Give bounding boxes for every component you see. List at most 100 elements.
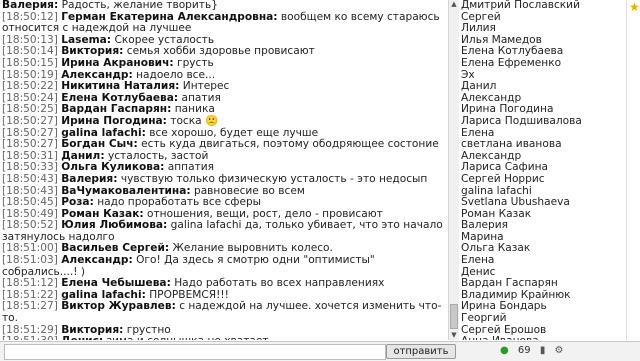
message-text: есть куда двигаться, поэтому ободряющее …	[141, 138, 439, 151]
message-author[interactable]: Валерия:	[61, 173, 117, 185]
message-time: [18:51:27]	[2, 300, 58, 313]
chat-message: [18:51:27] Виктор Журавлев: с надеждой н…	[0, 301, 447, 324]
message-time: [18:50:43]	[2, 172, 58, 185]
message-text: апатия	[181, 91, 221, 104]
user-list-item[interactable]: Сергей Норрис	[460, 173, 624, 186]
settings-icon[interactable]: ⚙	[555, 344, 564, 358]
bottom-bar: отправить ● 69 ▮ ⚙	[0, 341, 640, 361]
scroll-thumb[interactable]	[450, 304, 458, 329]
user-list-item[interactable]: Анна Иванова	[460, 336, 624, 340]
message-author[interactable]: Виктория:	[61, 324, 123, 336]
message-text: зима и солнышка не хватает	[107, 335, 269, 340]
message-author[interactable]: galina lafachi:	[61, 127, 146, 139]
message-author[interactable]: Ирина Погодина:	[61, 115, 167, 127]
user-list-item[interactable]: Лариса Подшивалова	[460, 115, 624, 128]
message-time: [18:50:52]	[2, 219, 58, 232]
message-author[interactable]: Богдан Сыч:	[61, 138, 137, 150]
scroll-down-icon[interactable]: ▼	[450, 331, 458, 340]
send-button[interactable]: отправить	[386, 344, 456, 359]
user-list-item[interactable]: Svetlana Ubushaeva	[460, 196, 624, 209]
message-author[interactable]: Васильев Сергей:	[61, 242, 169, 255]
message-text: надоело все...	[136, 68, 216, 81]
message-text: равновесие во всем	[193, 184, 305, 197]
user-list-item[interactable]: Елена	[460, 254, 624, 267]
message-author[interactable]: Lasema:	[61, 34, 111, 46]
chat-message: [18:50:52] Юлия Любимова: galina lafachi…	[0, 219, 447, 243]
message-text: ПРОРВЕМСЯ!!!	[149, 288, 229, 301]
message-time: [18:50:49]	[2, 207, 58, 220]
user-list-item[interactable]: Дмитрий Пославский	[460, 0, 624, 12]
message-text: Надо работать во всех направлениях	[174, 277, 385, 290]
message-text: усталость, застой	[107, 149, 209, 162]
message-author[interactable]: Елена Котлубаева:	[61, 92, 178, 104]
message-time: [18:50:15]	[2, 56, 58, 69]
message-text: Скорее усталость	[114, 33, 215, 46]
message-time: [18:50:33]	[2, 161, 58, 174]
user-list-scrollbar[interactable]: ★	[626, 0, 640, 340]
message-text: надо проработать все сферы	[97, 196, 262, 209]
message-author[interactable]: Юлия Любимова:	[61, 219, 167, 231]
user-list-item[interactable]: Данил	[460, 81, 624, 93]
message-time: [18:50:25]	[2, 103, 58, 116]
message-text: тоска 🙁	[170, 114, 219, 127]
message-author[interactable]: Роза:	[61, 196, 94, 208]
chat-message: [18:51:03] Александр: Ого! Да здесь я см…	[0, 254, 447, 278]
scroll-up-icon[interactable]: ▲	[450, 0, 458, 9]
message-text: грусть	[177, 56, 214, 69]
message-time: [18:51:22]	[2, 288, 58, 301]
user-list-item[interactable]: светлана иванова	[460, 139, 624, 151]
chat-log: Валерия: Радость, желание творить} [18:50…	[0, 0, 447, 340]
message-time: [18:50:27]	[2, 138, 58, 151]
chat-scrollbar[interactable]: ▲ ▼	[448, 0, 459, 340]
message-time: [18:50:12]	[2, 10, 58, 23]
star-icon[interactable]: ★	[629, 0, 640, 14]
message-author[interactable]: ВаЧумаковалентина:	[61, 185, 190, 197]
message-text: паника	[174, 103, 215, 116]
signal-icon[interactable]: ▮	[540, 344, 546, 358]
message-time: [18:50:27]	[2, 126, 58, 139]
message-author[interactable]: Данил:	[61, 150, 104, 162]
message-text: чувствую только физическую усталость - э…	[120, 172, 428, 185]
message-time: [18:50:43]	[2, 184, 58, 197]
message-text: Интерес	[182, 80, 230, 93]
message-time: [18:50:31]	[2, 149, 58, 162]
message-time: [18:51:03]	[2, 254, 58, 267]
message-author[interactable]: galina lafachi:	[61, 289, 146, 301]
message-time: [18:51:12]	[2, 277, 58, 290]
chat-message: [18:50:12] Герман Екатерина Александровн…	[0, 10, 447, 35]
message-time: [18:51:00]	[2, 242, 58, 255]
message-author[interactable]: Никитина Наталия:	[61, 80, 179, 92]
message-author[interactable]: Виктория:	[61, 45, 123, 58]
message-author[interactable]: Ирина Акранович:	[61, 57, 173, 69]
user-list: Дмитрий Пославский Сергей Лилия Илья Мамедо…	[460, 0, 624, 340]
message-author[interactable]: Елена Чебышева:	[61, 277, 171, 289]
user-list-item[interactable]: Георгий	[460, 312, 624, 325]
message-text: все хорошо, будет еще лучше	[149, 126, 319, 139]
message-time: [18:50:19]	[2, 68, 58, 81]
message-author[interactable]: Роман Казак:	[61, 208, 143, 220]
message-time: [18:51:29]	[2, 323, 58, 336]
users-icon[interactable]: ●	[500, 344, 509, 358]
message-text: Желание выровнить колесо.	[172, 242, 333, 255]
user-list-item[interactable]: Елена Ефременко	[460, 57, 624, 70]
message-author[interactable]: Валерия:	[2, 0, 58, 11]
message-text: аппатия	[167, 161, 215, 174]
message-author[interactable]: Герман Екатерина Александровна:	[61, 11, 277, 23]
message-time: [18:50:22]	[2, 80, 58, 93]
message-time: [18:50:45]	[2, 196, 58, 209]
message-author[interactable]: Денис:	[61, 335, 103, 340]
message-time: [18:51:30]	[2, 335, 58, 340]
message-author[interactable]: Виктор Журавлев:	[61, 300, 176, 313]
message-author[interactable]: Ольга Куликова:	[61, 161, 164, 174]
message-text: грустно	[126, 323, 171, 336]
user-count: 69	[517, 345, 531, 356]
message-author[interactable]: Александр:	[61, 254, 132, 266]
message-author[interactable]: Александр:	[61, 69, 132, 81]
message-input[interactable]	[4, 344, 386, 360]
message-time: [18:50:27]	[2, 114, 58, 127]
message-time: [18:50:14]	[2, 45, 58, 58]
message-author[interactable]: Вардан Гаспарян:	[61, 103, 171, 116]
message-text: Радость, желание творить}	[61, 0, 218, 11]
status-icons: ● 69 ▮ ⚙	[500, 344, 570, 358]
message-text: отношения, вещи, рост, дело - провисают	[147, 207, 383, 220]
